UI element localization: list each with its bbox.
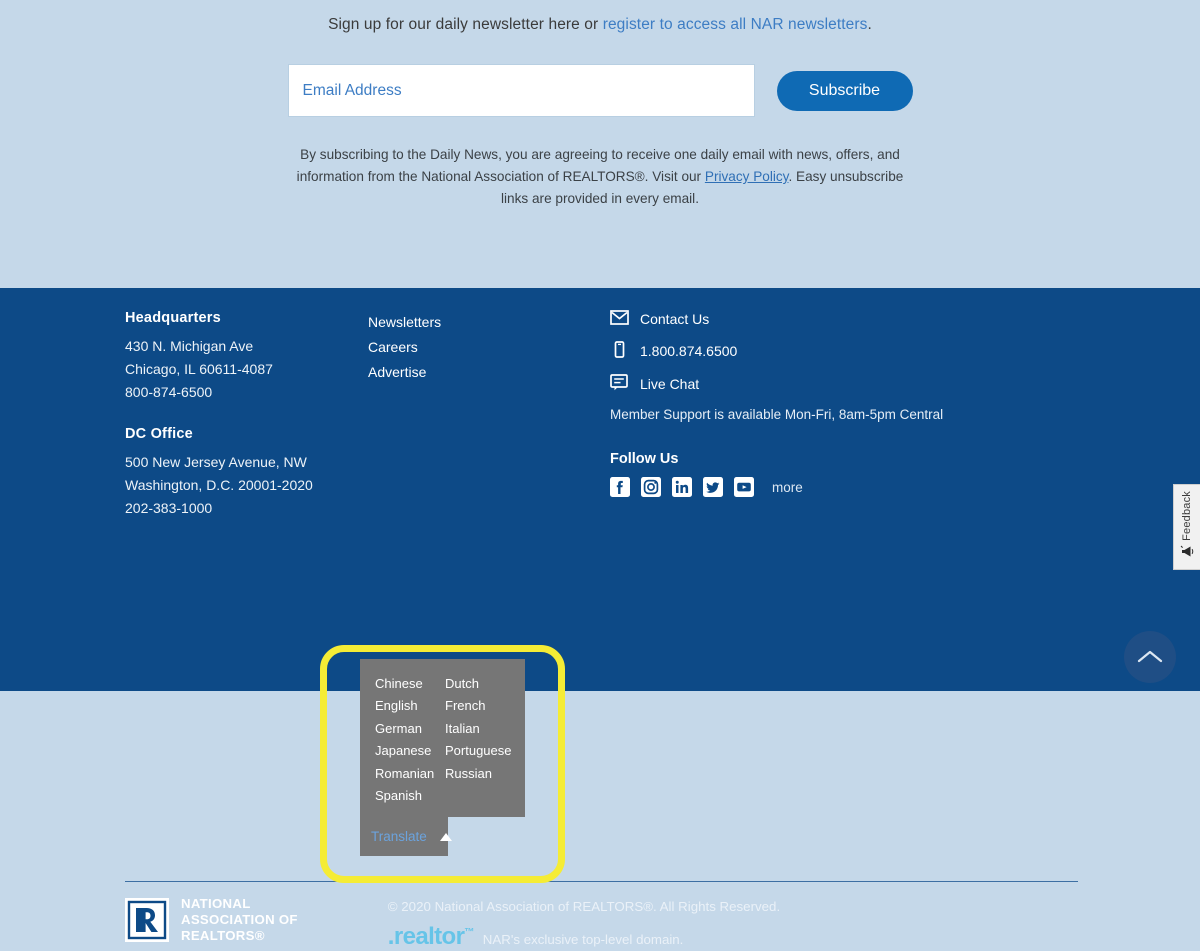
nar-logo-line-2: ASSOCIATION OF [181, 912, 298, 927]
language-option-dutch[interactable]: Dutch [445, 673, 525, 695]
chevron-up-icon [1137, 650, 1163, 663]
signup-prompt-suffix: . [867, 16, 872, 33]
language-option-japanese[interactable]: Japanese [375, 740, 445, 762]
language-option-portuguese[interactable]: Portuguese [445, 740, 525, 762]
feedback-tab-label: Feedback [1181, 491, 1193, 541]
footer-bottom-bar: NATIONAL ASSOCIATION OF REALTORS® © 2020… [125, 896, 780, 951]
mobile-phone-icon [610, 341, 629, 361]
email-input[interactable]: Email Address [287, 64, 755, 117]
footer-columns: Headquarters 430 N. Michigan Ave Chicago… [0, 288, 1200, 520]
newsletter-signup-section: Sign up for our daily newsletter here or… [0, 0, 1200, 288]
contact-us-link[interactable]: Contact Us [640, 311, 709, 327]
headquarters-line-1: 430 N. Michigan Ave [125, 338, 254, 354]
envelope-icon [610, 310, 629, 328]
nar-logo[interactable]: NATIONAL ASSOCIATION OF REALTORS® [125, 896, 298, 944]
register-newsletters-link[interactable]: register to access all NAR newsletters [603, 16, 868, 33]
dc-office-line-1: 500 New Jersey Avenue, NW [125, 454, 307, 470]
trademark-symbol: ™ [464, 927, 474, 938]
phone-row[interactable]: 1.800.874.6500 [610, 341, 1010, 361]
dc-office-line-2: Washington, D.C. 20001-2020 [125, 477, 313, 493]
language-option-chinese[interactable]: Chinese [375, 673, 445, 695]
realtor-domain-row: .realtor™ NAR's exclusive top-level doma… [388, 923, 780, 951]
translate-toggle-button[interactable]: Translate [360, 817, 452, 857]
live-chat-row[interactable]: Live Chat [610, 374, 1010, 394]
headquarters-phone: 800-874-6500 [125, 384, 213, 400]
translate-toggle-label: Translate [371, 829, 427, 845]
language-option-spanish[interactable]: Spanish [375, 785, 445, 807]
headquarters-title: Headquarters [125, 310, 221, 326]
footer-divider [125, 881, 1078, 882]
nar-logo-wordmark: NATIONAL ASSOCIATION OF REALTORS® [181, 896, 298, 944]
phone-number-link[interactable]: 1.800.874.6500 [640, 343, 737, 359]
language-option-russian[interactable]: Russian [445, 763, 525, 785]
nar-logo-line-3: REALTORS® [181, 928, 265, 943]
facebook-icon[interactable] [610, 477, 630, 497]
language-option-italian[interactable]: Italian [445, 718, 525, 740]
member-support-note: Member Support is available Mon-Fri, 8am… [610, 407, 944, 422]
footer-link-careers[interactable]: Careers [368, 335, 610, 360]
footer-link-newsletters[interactable]: Newsletters [368, 310, 610, 335]
footer-links-column: Newsletters Careers Advertise [368, 310, 610, 520]
language-panel: Chinese Dutch English French German Ital… [360, 659, 525, 818]
language-option-romanian[interactable]: Romanian [375, 763, 445, 785]
youtube-icon[interactable] [734, 477, 754, 497]
headquarters-line-2: Chicago, IL 60611-4087 [125, 361, 273, 377]
contact-us-row[interactable]: Contact Us [610, 310, 1010, 328]
footer-address-column: Headquarters 430 N. Michigan Ave Chicago… [125, 310, 368, 520]
translate-widget: Chinese Dutch English French German Ital… [360, 659, 525, 857]
instagram-icon[interactable] [641, 477, 661, 497]
language-option-english[interactable]: English [375, 695, 445, 717]
nar-logo-mark [125, 898, 169, 942]
subscribe-button[interactable]: Subscribe [776, 70, 913, 111]
language-option-french[interactable]: French [445, 695, 525, 717]
linkedin-icon[interactable] [672, 477, 692, 497]
live-chat-link[interactable]: Live Chat [640, 376, 699, 392]
signup-prompt-prefix: Sign up for our daily newsletter here or [328, 16, 603, 33]
dc-office-phone: 202-383-1000 [125, 500, 213, 516]
subscribe-form: Email Address Subscribe [0, 64, 1200, 117]
site-footer: Headquarters 430 N. Michigan Ave Chicago… [0, 288, 1200, 950]
nar-logo-line-1: NATIONAL [181, 896, 251, 911]
address-spacer [125, 404, 368, 426]
megaphone-icon [1180, 545, 1195, 563]
footer-link-advertise[interactable]: Advertise [368, 360, 610, 385]
dc-office-title: DC Office [125, 426, 193, 442]
signup-prompt: Sign up for our daily newsletter here or… [0, 16, 1200, 34]
twitter-icon[interactable] [703, 477, 723, 497]
subscription-disclaimer: By subscribing to the Daily News, you ar… [290, 144, 910, 210]
footer-contact-column: Contact Us 1.800.874.6500 Live Chat Memb… [610, 310, 1010, 520]
privacy-policy-link[interactable]: Privacy Policy [705, 169, 789, 184]
realtor-domain-logo-text: .realtor [387, 923, 465, 950]
social-links: more [610, 477, 1010, 497]
copyright-text: © 2020 National Association of REALTORS®… [387, 899, 781, 914]
realtor-domain-logo[interactable]: .realtor™ [387, 923, 475, 951]
language-option-german[interactable]: German [375, 718, 445, 740]
scroll-to-top-button[interactable] [1124, 631, 1176, 683]
chat-bubble-icon [610, 374, 629, 394]
caret-up-icon [439, 832, 452, 841]
realtor-domain-tagline: NAR's exclusive top-level domain. [482, 932, 684, 947]
feedback-tab[interactable]: Feedback [1173, 484, 1200, 570]
copyright-block: © 2020 National Association of REALTORS®… [388, 896, 780, 951]
more-social-link[interactable]: more [772, 480, 803, 495]
follow-us-title: Follow Us [610, 451, 679, 467]
